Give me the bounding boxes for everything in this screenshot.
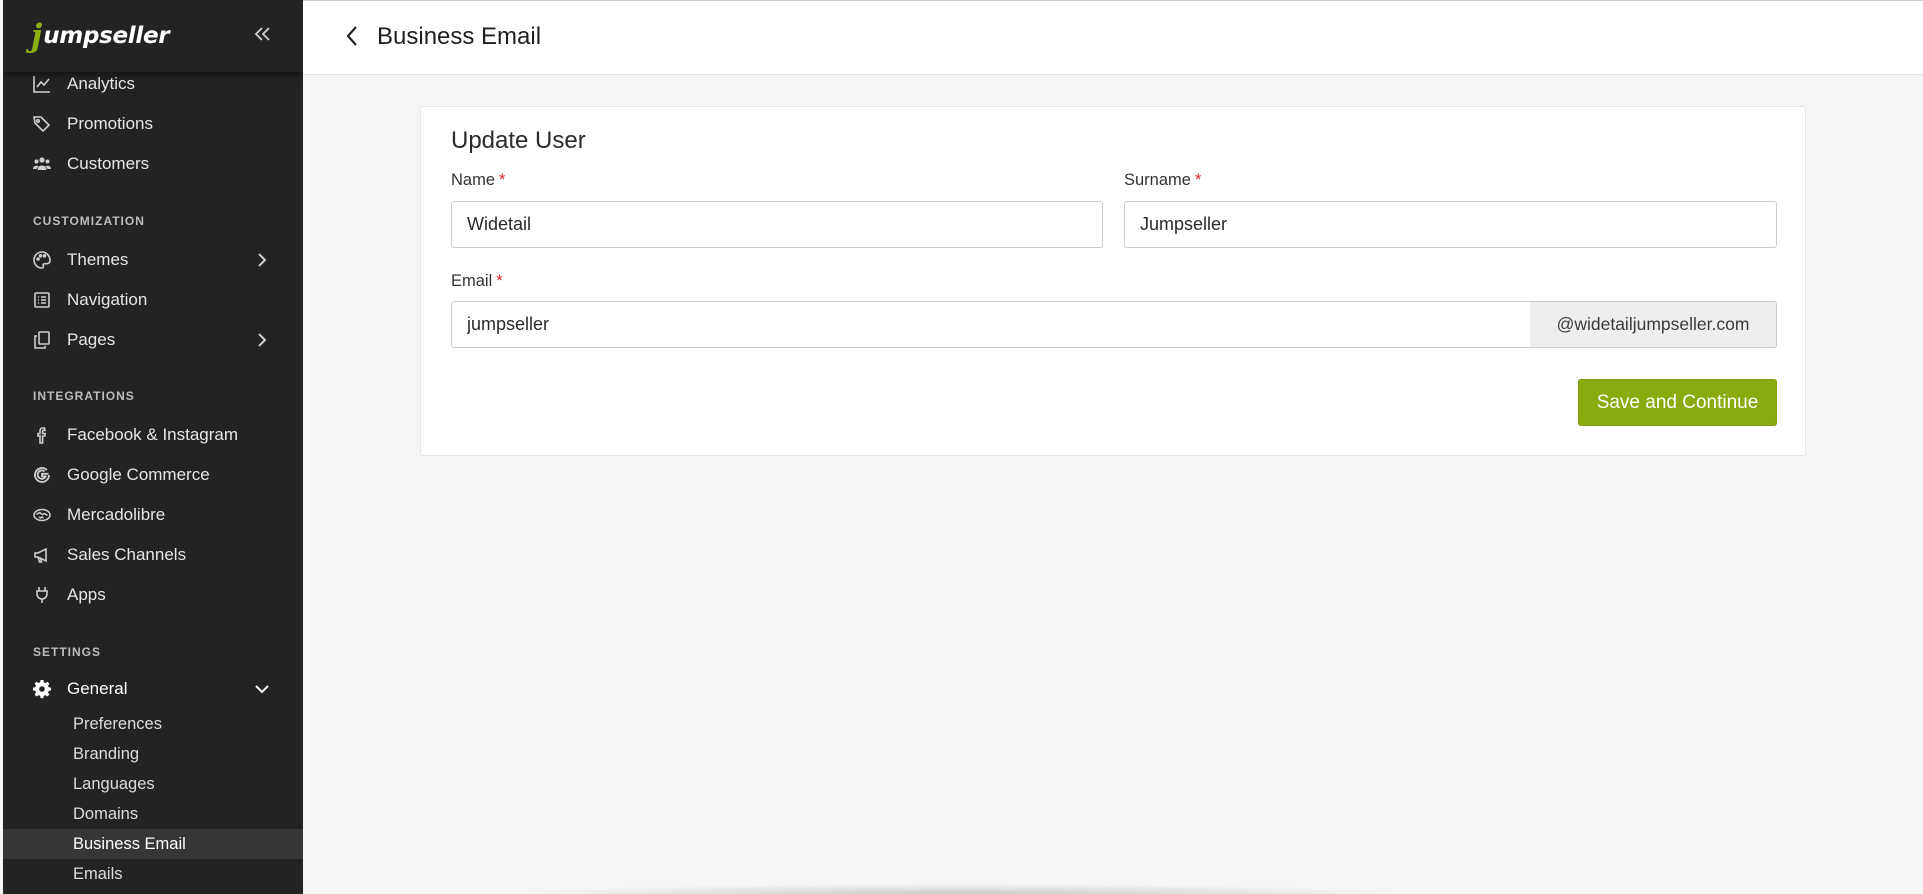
sidebar-item-label: Analytics [67,74,136,93]
email-domain-addon: @widetailjumpseller.com [1530,301,1777,348]
chevron-left-icon [345,25,359,52]
name-label: Name * [451,171,505,190]
sidebar-item-google-commerce[interactable]: Google Commerce [3,456,303,494]
sidebar-item-sales-channels[interactable]: Sales Channels [3,536,303,574]
pages-icon [31,329,53,351]
sidebar: Analytics Promotions Customers CUSTOMIZA… [3,0,303,894]
gear-icon [31,678,53,700]
sidebar-item-label: Mercadolibre [67,505,166,524]
sidebar-item-label: Apps [67,585,106,604]
sidebar-item-label: Pages [67,330,116,349]
sidebar-item-mercadolibre[interactable]: Mercadolibre [3,496,303,534]
double-chevron-left-icon [253,26,273,47]
megaphone-icon [31,544,53,566]
sidebar-item-label: Navigation [67,290,148,309]
sidebar-brand: j umpseller [3,0,303,72]
sidebar-subitem-label: Branding [73,744,140,763]
sidebar-subitem-label: Preferences [73,714,162,733]
sidebar-item-label: Google Commerce [67,465,210,484]
sidebar-item-themes[interactable]: Themes [3,241,303,279]
section-title-integrations: INTEGRATIONS [33,389,135,403]
email-label-text: Email [451,272,493,290]
sidebar-subitem-label: Languages [73,774,155,793]
page-title: Business Email [377,23,542,50]
sidebar-item-label: Themes [67,250,129,269]
chart-line-icon [31,73,53,95]
card-title: Update User [451,127,586,154]
required-mark: * [1194,171,1202,189]
surname-label-text: Surname [1124,171,1191,189]
sidebar-item-promotions[interactable]: Promotions [3,105,303,143]
sidebar-subitem-label: Domains [73,804,139,823]
sidebar-item-label: Promotions [67,114,153,133]
sidebar-item-label: Facebook & Instagram [67,425,239,444]
sidebar-item-pages[interactable]: Pages [3,321,303,359]
update-user-card: Update User Name* Surname* Email* @widet… [420,106,1806,456]
sidebar-item-label: Customers [67,154,150,173]
tags-icon [31,113,53,135]
palette-icon [31,249,53,271]
email-input[interactable] [451,301,1531,348]
list-icon [31,289,53,311]
sidebar-item-customers[interactable]: Customers [3,145,303,183]
sidebar-subitem-languages[interactable]: Languages [3,769,303,799]
sidebar-item-label: General [67,679,128,698]
sidebar-item-facebook-instagram[interactable]: Facebook & Instagram [3,416,303,454]
sidebar-subitem-label: Business Email [73,834,186,853]
back-button[interactable] [339,25,365,51]
plug-icon [31,584,53,606]
surname-input[interactable] [1124,201,1777,248]
sidebar-item-navigation[interactable]: Navigation [3,281,303,319]
sidebar-item-general[interactable]: General [3,670,303,708]
chevron-right-icon [253,331,271,349]
required-mark: * [499,171,506,189]
bottom-shadow [520,884,1400,894]
facebook-icon [31,424,53,446]
top-bar: Business Email [303,0,1923,75]
section-title-settings: SETTINGS [33,645,102,659]
section-title-customization: CUSTOMIZATION [33,214,145,228]
sidebar-item-label: Sales Channels [67,545,187,564]
sidebar-subitem-label: Emails [73,864,123,883]
sidebar-subitem-business-email[interactable]: Business Email [3,829,303,859]
name-input[interactable] [451,201,1103,248]
jumpseller-logo[interactable]: j umpseller [31,17,170,54]
save-and-continue-button[interactable]: Save and Continue [1578,379,1777,426]
logo-text: umpseller [43,23,170,49]
google-icon [31,464,53,486]
chevron-down-icon [253,680,271,698]
email-label: Email * [451,272,503,291]
sidebar-subitem-emails[interactable]: Emails [3,859,303,889]
name-label-text: Name [451,171,496,189]
required-mark: * [496,272,503,290]
users-icon [31,153,53,175]
surname-label: Surname * [1124,171,1201,190]
collapse-sidebar-button[interactable] [251,24,275,48]
chevron-right-icon [253,251,271,269]
handshake-icon [31,504,53,526]
sidebar-item-apps[interactable]: Apps [3,576,303,614]
logo-mark: j [31,17,43,54]
sidebar-subitem-preferences[interactable]: Preferences [3,709,303,739]
sidebar-subitem-branding[interactable]: Branding [3,739,303,769]
sidebar-subitem-domains[interactable]: Domains [3,799,303,829]
